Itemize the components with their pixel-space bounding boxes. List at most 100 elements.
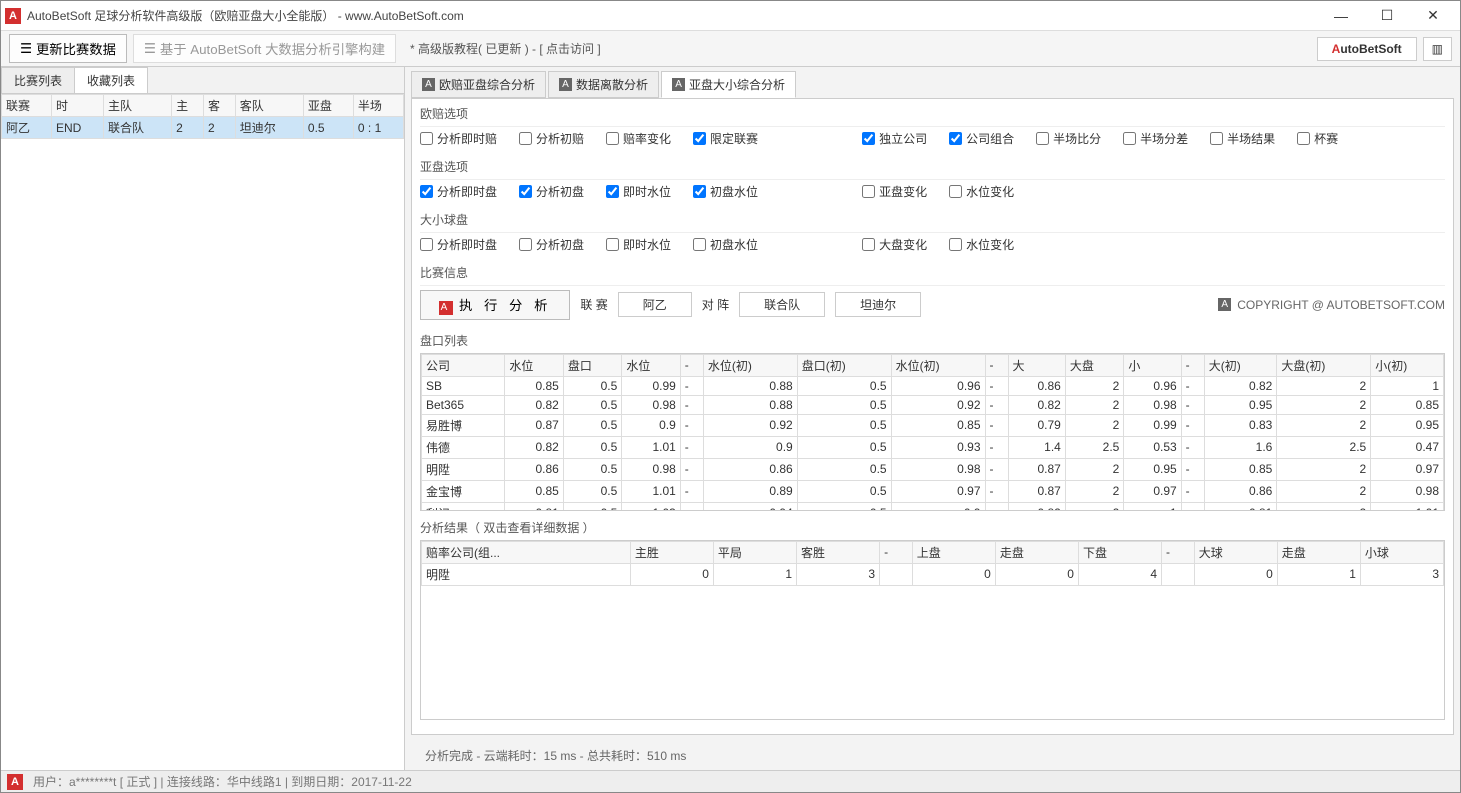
- titlebar: A AutoBetSoft 足球分析软件高级版（欧赔亚盘大小全能版） - www…: [1, 1, 1460, 31]
- col-header[interactable]: 水位: [505, 354, 563, 376]
- col-header[interactable]: 上盘: [912, 541, 995, 563]
- table-row[interactable]: 明陞0.860.50.98-0.860.50.98-0.8720.95-0.85…: [422, 458, 1444, 480]
- chk-ht-result[interactable]: 半场结果: [1210, 130, 1275, 147]
- result-title: 分析结果（ 双击查看详细数据 ）: [420, 519, 1445, 536]
- chk-odds-change[interactable]: 赔率变化: [606, 130, 671, 147]
- status-line: 分析完成 - 云端耗时：15 ms - 总共耗时：510 ms: [405, 741, 1460, 770]
- footer-text: 用户：a********t [ 正式 ] | 连接线路：华中线路1 | 到期日期…: [33, 773, 412, 790]
- col-header[interactable]: 主胜: [630, 541, 713, 563]
- book-icon[interactable]: ▥: [1423, 37, 1452, 61]
- chk-asia-init[interactable]: 分析初盘: [519, 183, 584, 200]
- col-header[interactable]: 盘口: [563, 354, 621, 376]
- chk-cup[interactable]: 杯赛: [1297, 130, 1338, 147]
- group-euro-title: 欧赔选项: [420, 105, 1445, 122]
- chk-live-odds[interactable]: 分析即时赔: [420, 130, 497, 147]
- match-table: 联赛时主队主客客队亚盘半场 阿乙END联合队22坦迪尔0.50 : 1: [1, 94, 404, 139]
- col-header[interactable]: 小(初): [1371, 354, 1444, 376]
- chk-asia-initwater[interactable]: 初盘水位: [693, 183, 758, 200]
- group-match-title: 比赛信息: [420, 264, 1445, 281]
- close-button[interactable]: ✕: [1410, 1, 1456, 31]
- chk-asia-live[interactable]: 分析即时盘: [420, 183, 497, 200]
- col-header[interactable]: 大球: [1194, 541, 1277, 563]
- list-icon: ☰: [144, 41, 156, 57]
- table-row[interactable]: SB0.850.50.99-0.880.50.96-0.8620.96-0.82…: [422, 376, 1444, 395]
- col-header[interactable]: 半场: [353, 95, 403, 117]
- chk-ou-initwater[interactable]: 初盘水位: [693, 236, 758, 253]
- chk-ou-livewater[interactable]: 即时水位: [606, 236, 671, 253]
- engine-label: ☰基于 AutoBetSoft 大数据分析引擎构建: [133, 34, 396, 63]
- tab-dispersion[interactable]: A数据离散分析: [548, 71, 659, 98]
- chk-ht-score[interactable]: 半场比分: [1036, 130, 1101, 147]
- col-header[interactable]: 联赛: [2, 95, 52, 117]
- odds-list-title: 盘口列表: [420, 332, 1445, 349]
- tab-asia-ou[interactable]: A亚盘大小综合分析: [661, 71, 796, 98]
- chk-ht-diff[interactable]: 半场分差: [1123, 130, 1188, 147]
- chk-ou-init[interactable]: 分析初盘: [519, 236, 584, 253]
- col-header[interactable]: 客队: [235, 95, 303, 117]
- col-header[interactable]: 走盘: [995, 541, 1078, 563]
- col-header[interactable]: 大盘(初): [1277, 354, 1371, 376]
- col-header[interactable]: 下盘: [1078, 541, 1161, 563]
- col-header[interactable]: 时: [51, 95, 103, 117]
- result-table: 赔率公司(组...主胜平局客胜-上盘走盘下盘-大球走盘小球 明陞01300401…: [421, 541, 1444, 586]
- col-header[interactable]: 走盘: [1277, 541, 1360, 563]
- col-header[interactable]: 大: [1008, 354, 1065, 376]
- chk-ou-live[interactable]: 分析即时盘: [420, 236, 497, 253]
- tab-favorites[interactable]: 收藏列表: [74, 67, 148, 93]
- execute-button[interactable]: A执 行 分 析: [420, 290, 570, 320]
- left-panel: 比赛列表 收藏列表 联赛时主队主客客队亚盘半场 阿乙END联合队22坦迪尔0.5…: [1, 67, 405, 770]
- chk-ou-change[interactable]: 大盘变化: [862, 236, 927, 253]
- tab-match-list[interactable]: 比赛列表: [1, 67, 75, 93]
- col-header[interactable]: 亚盘: [303, 95, 353, 117]
- chk-limit-league[interactable]: 限定联赛: [693, 130, 758, 147]
- chk-co-combo[interactable]: 公司组合: [949, 130, 1014, 147]
- table-row[interactable]: 利记0.810.51.03-0.940.50.9-0.8221-0.8121.0…: [422, 502, 1444, 511]
- col-header[interactable]: -: [880, 541, 913, 563]
- col-header[interactable]: -: [985, 354, 1008, 376]
- chk-ou-waterchange[interactable]: 水位变化: [949, 236, 1014, 253]
- col-header[interactable]: 小球: [1360, 541, 1443, 563]
- tab-euro-asia[interactable]: A欧赔亚盘综合分析: [411, 71, 546, 98]
- table-row[interactable]: 明陞013004013: [422, 563, 1444, 585]
- col-header[interactable]: -: [680, 354, 703, 376]
- chk-asia-change[interactable]: 亚盘变化: [862, 183, 927, 200]
- col-header[interactable]: 水位(初): [891, 354, 985, 376]
- col-header[interactable]: 平局: [713, 541, 796, 563]
- col-header[interactable]: 盘口(初): [797, 354, 891, 376]
- col-header[interactable]: 水位: [622, 354, 680, 376]
- col-header[interactable]: -: [1162, 541, 1195, 563]
- col-header[interactable]: 客: [203, 95, 235, 117]
- tutorial-link[interactable]: * 高级版教程( 已更新 ) - [ 点击访问 ]: [410, 40, 601, 57]
- col-header[interactable]: 主队: [103, 95, 171, 117]
- table-row[interactable]: 金宝博0.850.51.01-0.890.50.97-0.8720.97-0.8…: [422, 480, 1444, 502]
- chk-init-odds[interactable]: 分析初赔: [519, 130, 584, 147]
- footer: A 用户：a********t [ 正式 ] | 连接线路：华中线路1 | 到期…: [1, 770, 1460, 792]
- league-label: 联 赛: [580, 296, 607, 313]
- col-header[interactable]: 客胜: [797, 541, 880, 563]
- col-header[interactable]: 大(初): [1204, 354, 1277, 376]
- col-header[interactable]: 赔率公司(组...: [422, 541, 631, 563]
- col-header[interactable]: -: [1181, 354, 1204, 376]
- minimize-button[interactable]: —: [1318, 1, 1364, 31]
- toolbar: ☰更新比赛数据 ☰基于 AutoBetSoft 大数据分析引擎构建 * 高级版教…: [1, 31, 1460, 67]
- table-row[interactable]: 伟德0.820.51.01-0.90.50.93-1.42.50.53-1.62…: [422, 436, 1444, 458]
- table-row[interactable]: Bet3650.820.50.98-0.880.50.92-0.8220.98-…: [422, 395, 1444, 414]
- table-row[interactable]: 阿乙END联合队22坦迪尔0.50 : 1: [2, 117, 404, 139]
- chk-indep-co[interactable]: 独立公司: [862, 130, 927, 147]
- league-value: 阿乙: [618, 292, 692, 317]
- right-panel: A欧赔亚盘综合分析 A数据离散分析 A亚盘大小综合分析 欧赔选项 分析即时赔 分…: [405, 67, 1460, 770]
- col-header[interactable]: 大盘: [1065, 354, 1123, 376]
- vs-label: 对 阵: [702, 296, 729, 313]
- maximize-button[interactable]: ☐: [1364, 1, 1410, 31]
- chk-asia-waterchange[interactable]: 水位变化: [949, 183, 1014, 200]
- col-header[interactable]: 水位(初): [703, 354, 797, 376]
- odds-table: 公司水位盘口水位-水位(初)盘口(初)水位(初)-大大盘小-大(初)大盘(初)小…: [421, 354, 1444, 511]
- window-title: AutoBetSoft 足球分析软件高级版（欧赔亚盘大小全能版） - www.A…: [27, 7, 1318, 24]
- col-header[interactable]: 公司: [422, 354, 505, 376]
- refresh-button[interactable]: ☰更新比赛数据: [9, 34, 127, 63]
- col-header[interactable]: 小: [1124, 354, 1181, 376]
- table-row[interactable]: 易胜博0.870.50.9-0.920.50.85-0.7920.99-0.83…: [422, 414, 1444, 436]
- app-icon: A: [7, 774, 23, 790]
- chk-asia-livewater[interactable]: 即时水位: [606, 183, 671, 200]
- col-header[interactable]: 主: [172, 95, 204, 117]
